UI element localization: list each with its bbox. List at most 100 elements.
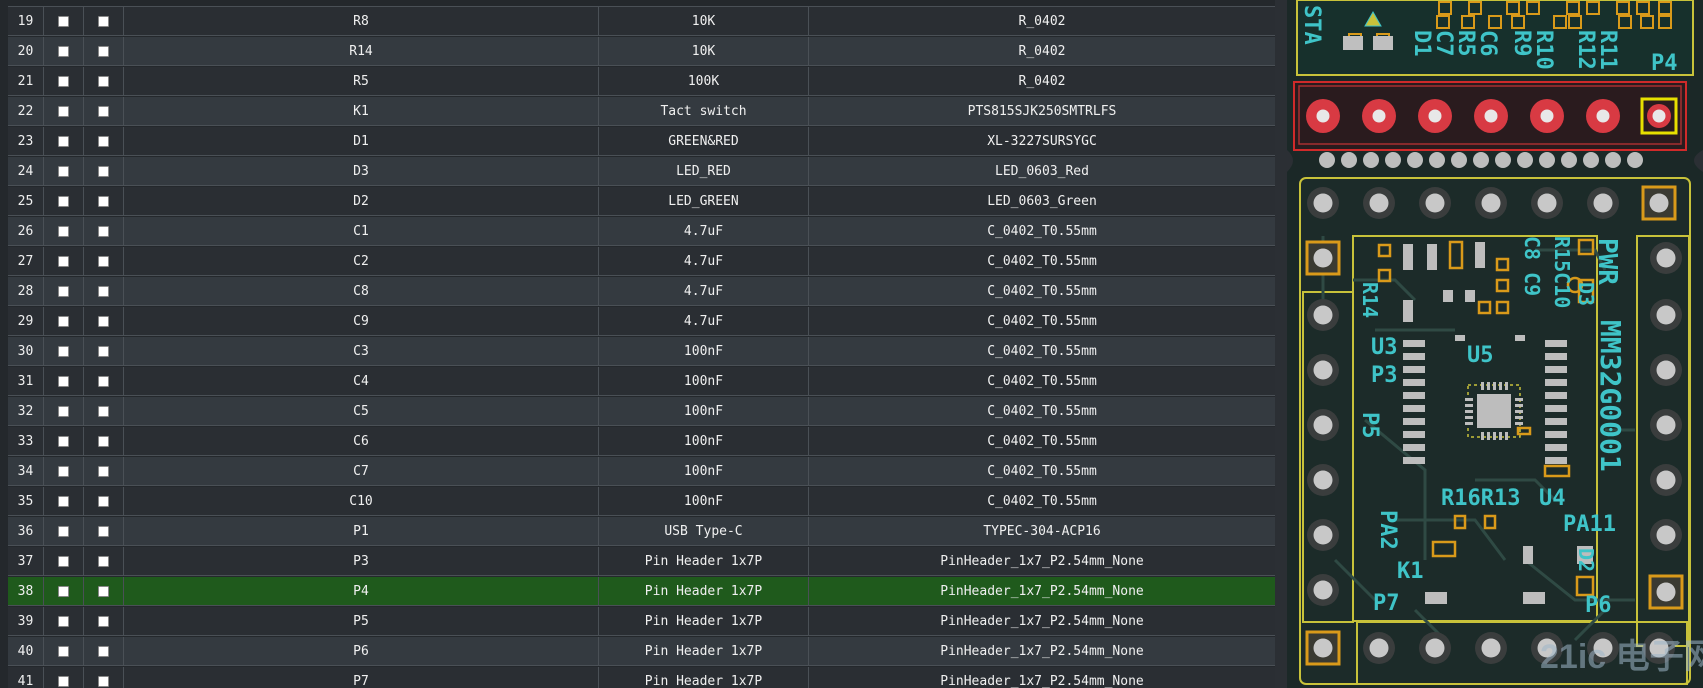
designator-cell: P4 (124, 577, 599, 605)
row-checkbox[interactable] (98, 45, 109, 57)
table-row[interactable]: 21 R5 100K R_0402 (8, 67, 1275, 96)
row-checkbox[interactable] (98, 375, 109, 387)
silk-label-p6: P6 (1585, 593, 1612, 618)
row-checkbox[interactable] (98, 645, 109, 657)
chip-pin (1481, 432, 1484, 440)
designator-cell: D3 (124, 157, 599, 185)
table-row[interactable]: 22 K1 Tact switch PTS815SJK250SMTRLFS (8, 97, 1275, 126)
row-checkbox[interactable] (98, 585, 109, 597)
smd-pad (1443, 290, 1453, 302)
table-row[interactable]: 36 P1 USB Type-C TYPEC-304-ACP16 (8, 517, 1275, 546)
table-row[interactable]: 34 C7 100nF C_0402_T0.55mm (8, 457, 1275, 486)
row-checkbox[interactable] (98, 495, 109, 507)
row-checkbox[interactable] (58, 615, 69, 627)
row-checkbox[interactable] (58, 255, 69, 267)
row-checkbox[interactable] (98, 165, 109, 177)
row-checkbox[interactable] (58, 285, 69, 297)
row-checkbox[interactable] (58, 195, 69, 207)
checkbox-b (84, 127, 124, 155)
drill-hole (1656, 415, 1676, 435)
row-checkbox[interactable] (58, 585, 69, 597)
designator-cell: C8 (124, 277, 599, 305)
row-checkbox[interactable] (58, 45, 69, 57)
table-row[interactable]: 33 C6 100nF C_0402_T0.55mm (8, 427, 1275, 456)
drill-hole (1372, 109, 1386, 123)
row-checkbox[interactable] (98, 525, 109, 537)
table-row[interactable]: 35 C10 100nF C_0402_T0.55mm (8, 487, 1275, 516)
row-checkbox[interactable] (98, 555, 109, 567)
table-row[interactable]: 23 D1 GREEN&RED XL-3227SURSYGC (8, 127, 1275, 156)
row-checkbox[interactable] (58, 105, 69, 117)
table-row[interactable]: 25 D2 LED_GREEN LED_0603_Green (8, 187, 1275, 216)
row-checkbox[interactable] (98, 195, 109, 207)
table-row[interactable]: 31 C4 100nF C_0402_T0.55mm (8, 367, 1275, 396)
table-row[interactable]: 24 D3 LED_RED LED_0603_Red (8, 157, 1275, 186)
row-checkbox[interactable] (98, 105, 109, 117)
edge-hole (1627, 152, 1643, 168)
table-row[interactable]: 26 C1 4.7uF C_0402_T0.55mm (8, 217, 1275, 246)
table-row[interactable]: 41 P7 Pin Header 1x7P PinHeader_1x7_P2.54mm… (8, 667, 1275, 688)
value-cell: 4.7uF (599, 217, 809, 245)
row-checkbox[interactable] (98, 345, 109, 357)
row-checkbox[interactable] (58, 165, 69, 177)
silk-label-r15c10: R15C10 (1550, 236, 1574, 308)
table-row[interactable]: 40 P6 Pin Header 1x7P PinHeader_1x7_P2.54mm… (8, 637, 1275, 666)
row-checkbox[interactable] (98, 285, 109, 297)
table-row[interactable]: 27 C2 4.7uF C_0402_T0.55mm (8, 247, 1275, 276)
row-checkbox[interactable] (58, 555, 69, 567)
table-row[interactable]: 37 P3 Pin Header 1x7P PinHeader_1x7_P2.54mm… (8, 547, 1275, 576)
row-checkbox[interactable] (58, 435, 69, 447)
row-number: 33 (8, 427, 44, 455)
row-checkbox[interactable] (98, 135, 109, 147)
table-row[interactable]: 39 P5 Pin Header 1x7P PinHeader_1x7_P2.54mm… (8, 607, 1275, 636)
silk-label-p5: P5 (1357, 412, 1382, 439)
row-checkbox[interactable] (58, 525, 69, 537)
row-checkbox[interactable] (98, 435, 109, 447)
designator-cell: C6 (124, 427, 599, 455)
row-checkbox[interactable] (98, 675, 109, 687)
row-checkbox[interactable] (98, 315, 109, 327)
table-row[interactable]: 29 C9 4.7uF C_0402_T0.55mm (8, 307, 1275, 336)
row-checkbox[interactable] (98, 15, 109, 27)
pcb-view[interactable]: STA D1 C7 R5 C6 R9 R10 R12 R11 P4 PWR MM32G0001 R15C… (1275, 0, 1703, 688)
row-checkbox[interactable] (58, 315, 69, 327)
row-checkbox[interactable] (58, 675, 69, 687)
row-checkbox[interactable] (58, 135, 69, 147)
row-checkbox[interactable] (98, 75, 109, 87)
chip-pin (1487, 432, 1490, 440)
smd-pad (1465, 290, 1475, 302)
row-checkbox[interactable] (98, 225, 109, 237)
row-checkbox[interactable] (98, 465, 109, 477)
row-checkbox[interactable] (98, 405, 109, 417)
value-cell: 100nF (599, 457, 809, 485)
table-row[interactable]: 30 C3 100nF C_0402_T0.55mm (8, 337, 1275, 366)
chip-pin (1493, 382, 1496, 390)
row-checkbox[interactable] (58, 645, 69, 657)
row-checkbox[interactable] (58, 75, 69, 87)
table-row[interactable]: 28 C8 4.7uF C_0402_T0.55mm (8, 277, 1275, 306)
table-row[interactable]: 19 R8 10K R_0402 (8, 7, 1275, 36)
checkbox-a (44, 367, 84, 395)
smd-pad (1545, 418, 1567, 425)
row-checkbox[interactable] (98, 615, 109, 627)
row-checkbox[interactable] (58, 495, 69, 507)
row-checkbox[interactable] (58, 15, 69, 27)
row-checkbox[interactable] (58, 345, 69, 357)
designator-cell: R14 (124, 37, 599, 65)
table-row[interactable]: 20 R14 10K R_0402 (8, 37, 1275, 66)
table-row[interactable]: 38 P4 Pin Header 1x7P PinHeader_1x7_P2.54mm… (8, 577, 1275, 606)
chip-thermal-pad (1477, 394, 1511, 428)
table-row[interactable]: 32 C5 100nF C_0402_T0.55mm (8, 397, 1275, 426)
drill-hole (1656, 248, 1676, 268)
designator-cell: P7 (124, 667, 599, 688)
silk-label-sta: STA (1299, 5, 1324, 45)
row-checkbox[interactable] (58, 225, 69, 237)
footprint-cell: C_0402_T0.55mm (987, 343, 1097, 359)
row-checkbox[interactable] (58, 465, 69, 477)
pcb-canvas[interactable]: STA D1C7R5C6 R9R10 R12R11 P4 PWR MM32G0001 R15C… (1275, 0, 1703, 688)
row-checkbox[interactable] (58, 375, 69, 387)
row-checkbox[interactable] (98, 255, 109, 267)
silk-label-u3: U3 (1371, 335, 1398, 360)
footprint-cell: C_0402_T0.55mm (987, 463, 1097, 479)
row-checkbox[interactable] (58, 405, 69, 417)
